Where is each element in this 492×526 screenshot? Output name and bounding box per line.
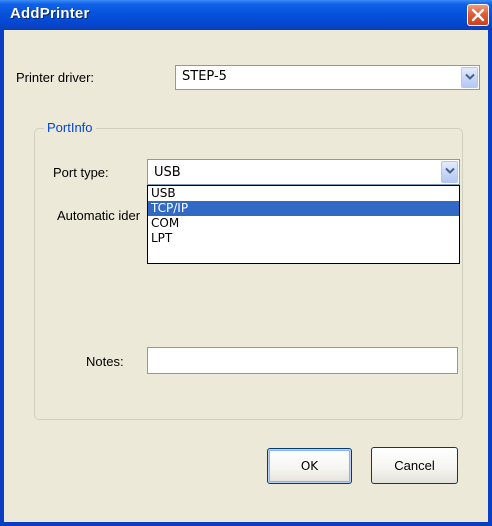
close-icon	[471, 8, 485, 22]
chevron-down-icon	[465, 73, 475, 80]
port-option-com[interactable]: COM	[148, 216, 459, 231]
printer-driver-value: STEP-5	[182, 69, 227, 84]
ok-button[interactable]: OK	[267, 448, 352, 484]
automatic-identify-label: Automatic ider	[57, 208, 141, 223]
ok-button-label: OK	[300, 459, 319, 473]
chevron-down-icon	[445, 167, 455, 174]
port-info-title: PortInfo	[44, 120, 96, 135]
notes-label: Notes:	[86, 354, 124, 369]
port-type-value: USB	[154, 165, 181, 180]
window-title: AddPrinter	[10, 5, 90, 22]
printer-driver-dropdown[interactable]: STEP-5	[175, 65, 480, 90]
cancel-button[interactable]: Cancel	[371, 447, 458, 484]
port-type-options-list[interactable]: USB TCP/IP COM LPT	[147, 185, 460, 264]
port-type-label: Port type:	[53, 165, 109, 180]
port-option-usb[interactable]: USB	[148, 186, 459, 201]
cancel-button-label: Cancel	[394, 458, 435, 473]
title-bar[interactable]: AddPrinter	[0, 0, 492, 30]
notes-input[interactable]	[147, 347, 458, 374]
port-option-lpt[interactable]: LPT	[148, 231, 459, 246]
close-button[interactable]	[467, 4, 489, 26]
printer-driver-dropdown-button[interactable]	[461, 67, 478, 88]
port-type-dropdown-button[interactable]	[441, 161, 458, 183]
port-option-tcpip[interactable]: TCP/IP	[148, 201, 459, 216]
printer-driver-label: Printer driver:	[16, 70, 95, 85]
add-printer-window: AddPrinter Printer driver: STEP-5 PortIn…	[0, 0, 492, 526]
port-type-dropdown[interactable]: USB	[147, 159, 460, 185]
dialog-client-area: Printer driver: STEP-5 PortInfo Port typ…	[4, 30, 488, 522]
